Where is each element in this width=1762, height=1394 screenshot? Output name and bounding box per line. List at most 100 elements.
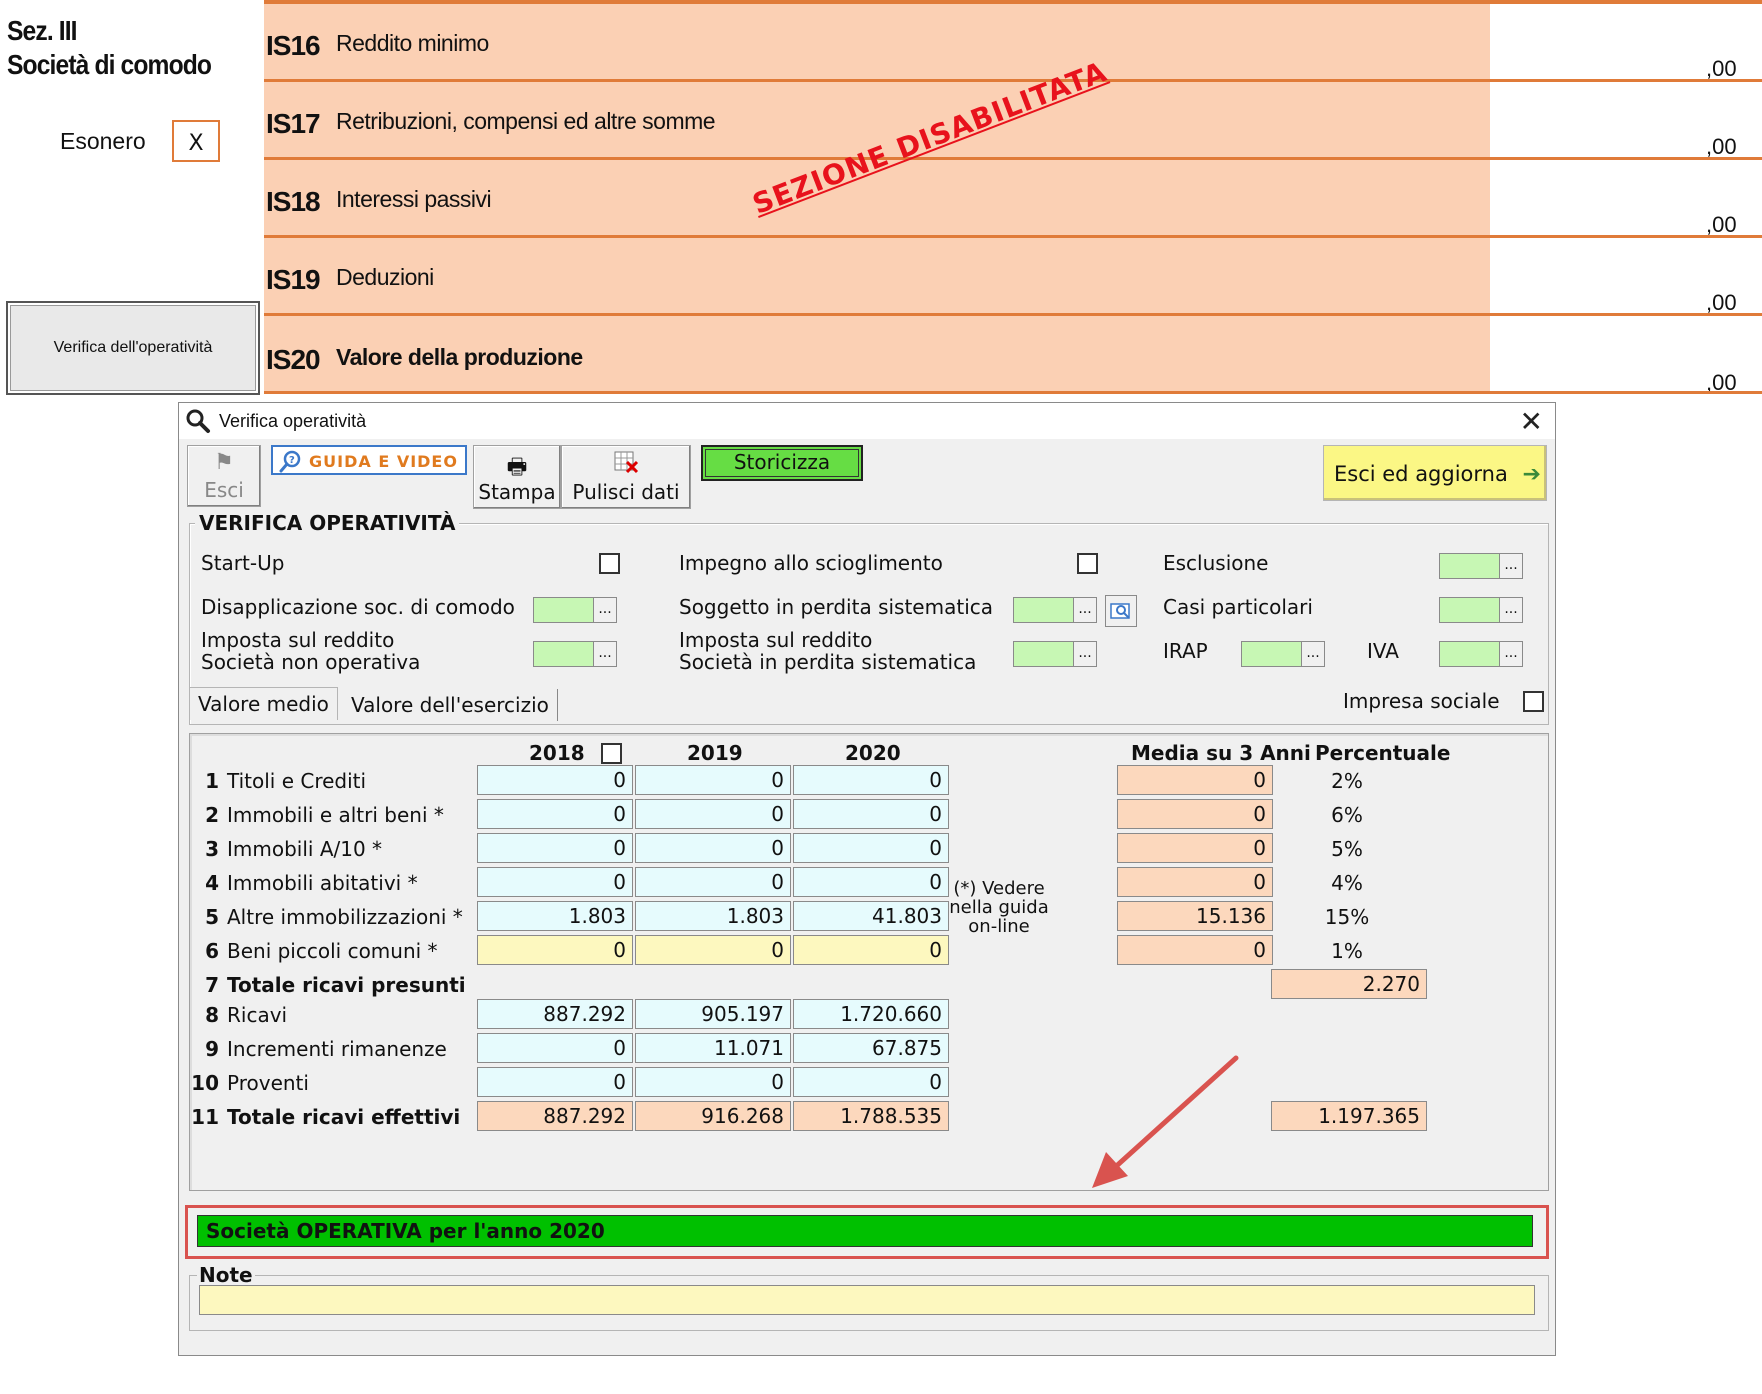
value-2020[interactable]: 0 (793, 833, 949, 863)
value-2019[interactable]: 0 (635, 833, 791, 863)
value-2020[interactable]: 0 (793, 765, 949, 795)
disapplicazione-field[interactable] (533, 597, 595, 623)
value-2019[interactable]: 11.071 (635, 1033, 791, 1063)
row-divider (264, 391, 1762, 394)
value-2018[interactable]: 1.803 (477, 901, 633, 931)
value-2018[interactable]: 0 (477, 1033, 633, 1063)
row-code: IS19 (266, 264, 321, 295)
pulisci-label: Pulisci dati (572, 480, 680, 504)
irap-field[interactable] (1241, 641, 1303, 667)
table-row-label: 3 Immobili A/10 * (189, 837, 382, 861)
tab-valore-esercizio[interactable]: Valore dell'esercizio (343, 689, 558, 721)
value-2018[interactable]: 0 (477, 799, 633, 829)
imposta-nonop-field[interactable] (533, 641, 595, 667)
impresa-sociale-label: Impresa sociale (1343, 689, 1500, 713)
imposta-nonop-label: Imposta sul reddito Società non operativ… (201, 629, 420, 673)
iva-field[interactable] (1439, 641, 1501, 667)
row-label-text: Immobili A/10 * (227, 837, 383, 861)
impegno-label: Impegno allo scioglimento (679, 551, 943, 575)
guida-video-button[interactable]: ? GUIDA E VIDEO (271, 445, 467, 475)
row-number: 8 (205, 1003, 219, 1027)
value-2018[interactable]: 0 (477, 765, 633, 795)
imposta-perdita-dots-button[interactable]: ... (1073, 641, 1097, 667)
soggetto-perdita-dots-button[interactable]: ... (1073, 597, 1097, 623)
value-2020[interactable]: 1.720.660 (793, 999, 949, 1029)
media-value: 0 (1117, 765, 1273, 795)
year-2018-checkbox[interactable] (601, 743, 622, 764)
verifica-operativita-button[interactable]: Verifica dell'operatività (6, 301, 260, 395)
year-header-2018: 2018 (529, 741, 585, 765)
imposta-nonop-dots-button[interactable]: ... (593, 641, 617, 667)
value-2018[interactable]: 887.292 (477, 999, 633, 1029)
row-description: Deduzioni (336, 264, 434, 290)
irap-dots-button[interactable]: ... (1301, 641, 1325, 667)
soggetto-perdita-field[interactable] (1013, 597, 1075, 623)
tab-valore-medio[interactable]: Valore medio (189, 687, 338, 720)
row-number: 4 (205, 871, 219, 895)
value-2018[interactable]: 0 (477, 935, 633, 965)
guida-note: (*) Vedere nella guida on-line (929, 879, 1069, 936)
value-2020[interactable]: 0 (793, 1067, 949, 1097)
guida-note-line2: nella guida (949, 897, 1049, 918)
table-row-label: 1 Titoli e Crediti (189, 769, 366, 793)
close-icon[interactable]: ✕ (1520, 405, 1543, 438)
esonero-checkbox[interactable]: X (172, 120, 220, 162)
impresa-sociale-checkbox[interactable] (1523, 691, 1544, 712)
clear-grid-icon (562, 450, 690, 480)
disapplicazione-dots-button[interactable]: ... (593, 597, 617, 623)
casi-particolari-field[interactable] (1439, 597, 1501, 623)
totale-ricavi-presunti-value: 2.270 (1271, 969, 1427, 999)
iva-dots-button[interactable]: ... (1499, 641, 1523, 667)
stampa-label: Stampa (478, 480, 556, 504)
table-row-label: 5 Altre immobilizzazioni * (189, 905, 463, 929)
esclusione-label: Esclusione (1163, 551, 1269, 575)
row-label-text: Proventi (227, 1071, 309, 1095)
esci-aggiorna-button[interactable]: Esci ed aggiorna ➔ (1323, 445, 1547, 501)
value-2020[interactable]: 0 (793, 867, 949, 897)
esci-label: Esci (204, 478, 244, 502)
row-band-is19 (264, 238, 1490, 313)
casi-particolari-dots-button[interactable]: ... (1499, 597, 1523, 623)
row-description: Reddito minimo (336, 30, 489, 56)
value-2019[interactable]: 0 (635, 765, 791, 795)
row-label-text: Totale ricavi effettivi (227, 1105, 461, 1129)
media-value: 15.136 (1117, 901, 1273, 931)
value-2019[interactable]: 0 (635, 935, 791, 965)
note-field[interactable] (199, 1285, 1535, 1315)
table-row-label: 8 Ricavi (189, 1003, 287, 1027)
help-search-icon: ? (279, 450, 301, 473)
impegno-checkbox[interactable] (1077, 553, 1098, 574)
row-label-text: Beni piccoli comuni * (227, 939, 438, 963)
value-2019[interactable]: 1.803 (635, 901, 791, 931)
percentuale-header: Percentuale (1315, 741, 1451, 765)
stampa-button[interactable]: 🖶 Stampa (473, 445, 561, 509)
value-2018[interactable]: 0 (477, 833, 633, 863)
media-value: 0 (1117, 935, 1273, 965)
value-2019[interactable]: 0 (635, 867, 791, 897)
table-row-label: 11 Totale ricavi effettivi (189, 1105, 460, 1129)
row-description: Retribuzioni, compensi ed altre somme (336, 108, 716, 134)
startup-checkbox[interactable] (599, 553, 620, 574)
section-title: Sez. III Società di comodo (7, 14, 212, 82)
esci-button[interactable]: ⚑ Esci (187, 445, 261, 507)
value-2020[interactable]: 67.875 (793, 1033, 949, 1063)
esclusione-field[interactable] (1439, 553, 1501, 579)
esclusione-dots-button[interactable]: ... (1499, 553, 1523, 579)
table-row-label: 7 Totale ricavi presunti (189, 973, 466, 997)
table-row-label: 9 Incrementi rimanenze (189, 1037, 447, 1061)
media-value: 0 (1117, 867, 1273, 897)
value-2020[interactable]: 0 (793, 799, 949, 829)
value-2020[interactable]: 0 (793, 935, 949, 965)
value-2019[interactable]: 0 (635, 799, 791, 829)
value-2018[interactable]: 0 (477, 1067, 633, 1097)
section-number: Sez. III (7, 15, 78, 46)
value-2019[interactable]: 905.197 (635, 999, 791, 1029)
value-2018[interactable]: 0 (477, 867, 633, 897)
value-2019[interactable]: 0 (635, 1067, 791, 1097)
pulisci-dati-button[interactable]: Pulisci dati (561, 445, 691, 509)
table-row-label: 2 Immobili e altri beni * (189, 803, 444, 827)
value-2020[interactable]: 41.803 (793, 901, 949, 931)
imposta-perdita-field[interactable] (1013, 641, 1075, 667)
soggetto-perdita-search-button[interactable] (1105, 595, 1137, 627)
storicizza-button[interactable]: Storicizza (701, 445, 863, 481)
